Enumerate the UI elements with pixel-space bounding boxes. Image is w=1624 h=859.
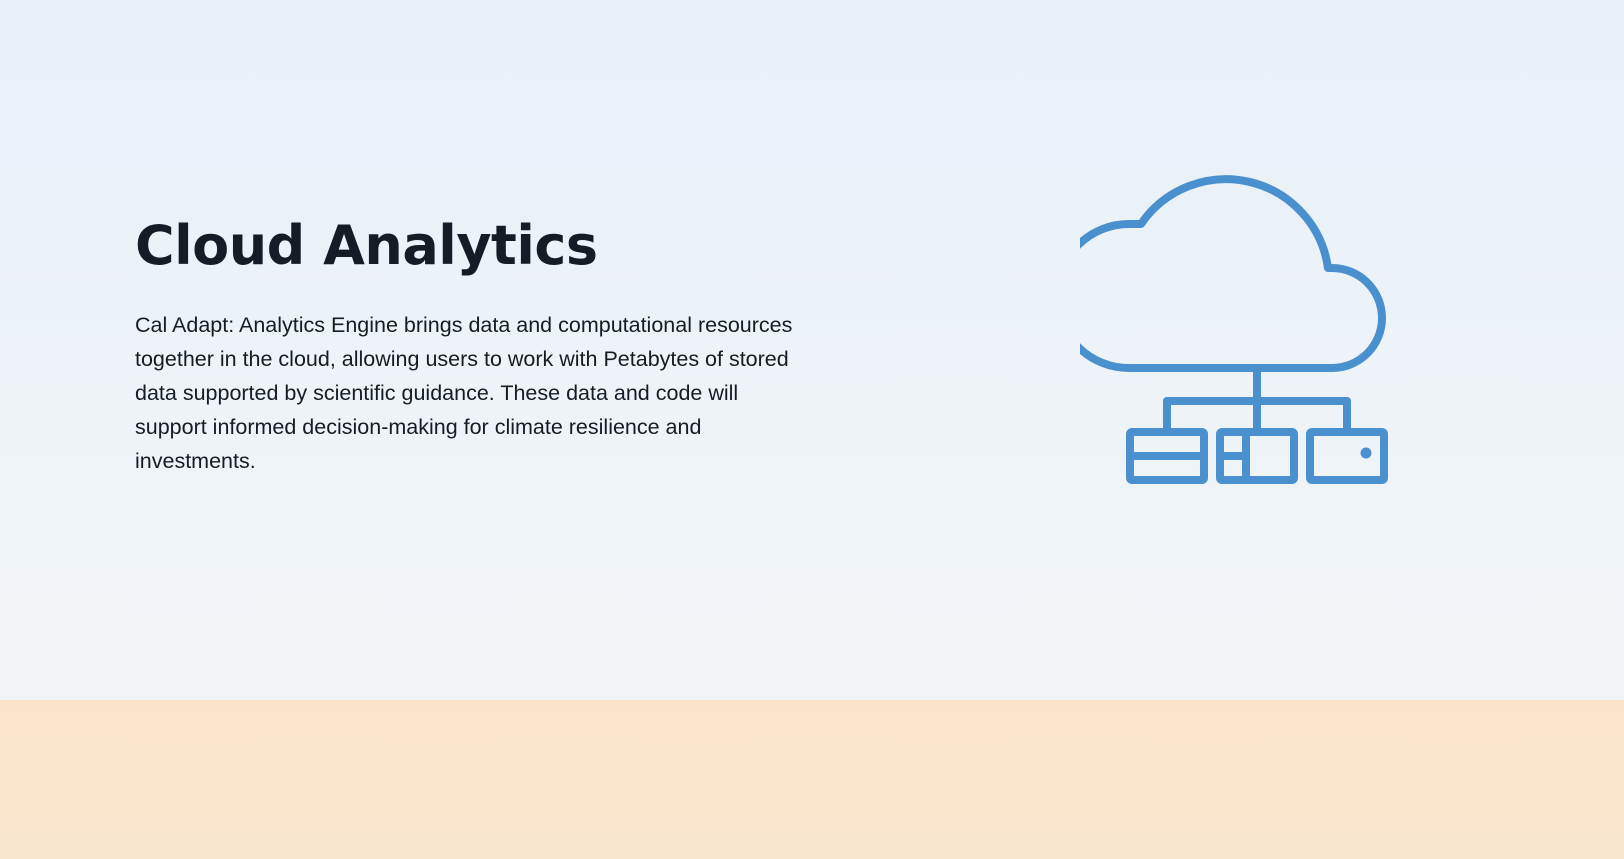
footer-band <box>0 700 1624 859</box>
hero-description: Cal Adapt: Analytics Engine brings data … <box>135 313 793 473</box>
server-right-led <box>1360 447 1372 459</box>
cloud-network-icon <box>1080 160 1440 490</box>
hero-section: Cloud Analytics Cal Adapt: Analytics Eng… <box>0 0 1624 700</box>
cloud-outline <box>1080 175 1386 372</box>
server-right <box>1306 428 1388 484</box>
cloud-network-svg <box>1080 175 1388 484</box>
page-title: Cloud Analytics <box>135 214 598 277</box>
hero-text-block: Cloud Analytics Cal Adapt: Analytics Eng… <box>135 212 815 478</box>
